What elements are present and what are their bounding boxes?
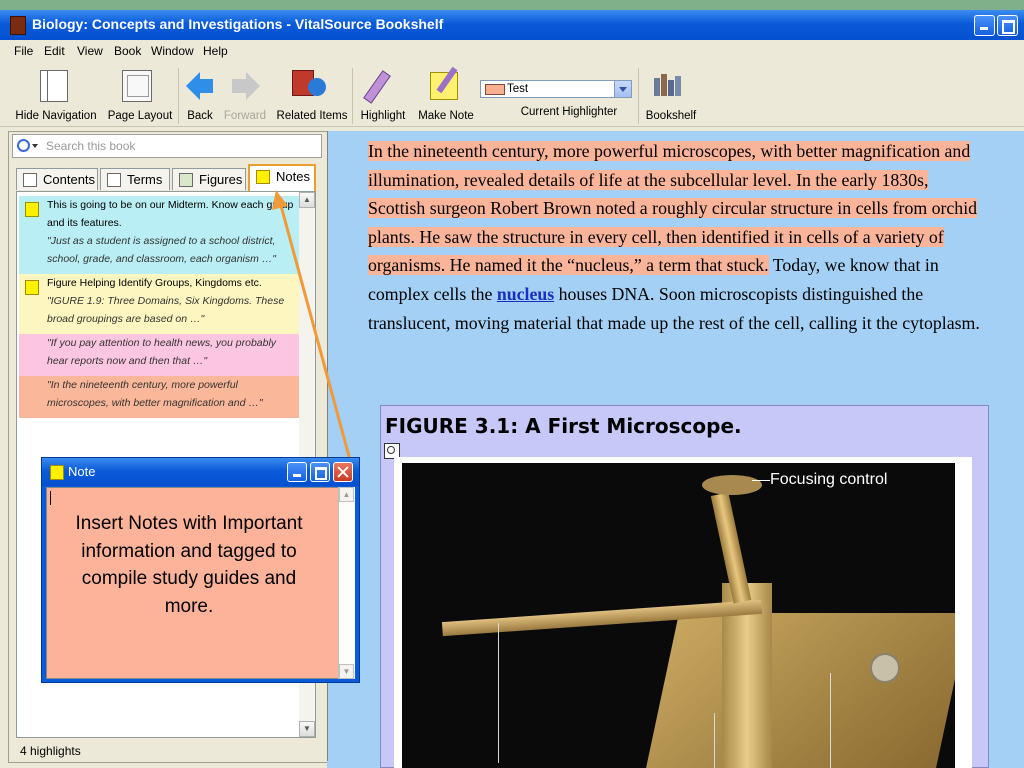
- note-item[interactable]: Figure Helping Identify Groups, Kingdoms…: [19, 274, 299, 334]
- page-layout-label: Page Layout: [107, 110, 173, 122]
- current-highlighter-text: Current Highlighter: [520, 106, 618, 118]
- related-items-label: Related Items: [276, 110, 348, 122]
- note-quote: "In the nineteenth century, more powerfu…: [47, 379, 263, 409]
- note-item[interactable]: "If you pay attention to health news, yo…: [19, 334, 299, 376]
- maximize-button[interactable]: [310, 462, 330, 482]
- note-quote: "If you pay attention to health news, yo…: [47, 337, 277, 367]
- tab-notes[interactable]: Notes: [248, 164, 316, 191]
- tab-figures-label: Figures: [199, 172, 243, 187]
- highlighter-pen-icon: [363, 70, 391, 104]
- search-input[interactable]: Search this book: [12, 134, 322, 158]
- figures-icon: [179, 173, 193, 187]
- nucleus-link[interactable]: nucleus: [497, 284, 554, 304]
- note-quote: "Just as a student is assigned to a scho…: [47, 235, 277, 265]
- bookshelf-label: Bookshelf: [645, 110, 697, 122]
- focusing-control-label: Focusing control: [770, 471, 888, 488]
- back-label: Back: [187, 110, 213, 122]
- note-item[interactable]: This is going to be on our Midterm. Know…: [19, 196, 299, 274]
- tab-contents[interactable]: Contents: [16, 168, 98, 190]
- forward-label: Forward: [223, 110, 267, 122]
- menu-help[interactable]: Help: [203, 44, 228, 58]
- minimize-button[interactable]: [287, 462, 307, 482]
- menu-window[interactable]: Window: [151, 44, 194, 58]
- back-arrow-icon: [186, 72, 200, 100]
- highlight-count: 4 highlights: [20, 744, 81, 758]
- sticky-note-icon: [25, 202, 39, 217]
- book-app-icon: [10, 16, 26, 35]
- desktop-strip: [0, 0, 1024, 10]
- figure-title: FIGURE 3.1: A First Microscope.: [385, 414, 742, 438]
- close-button[interactable]: [333, 462, 353, 482]
- title-bar: Biology: Concepts and Investigations - V…: [0, 10, 1024, 40]
- app-window: Biology: Concepts and Investigations - V…: [0, 0, 1024, 768]
- note-title: This is going to be on our Midterm. Know…: [47, 199, 294, 229]
- scroll-down-icon[interactable]: ▼: [339, 664, 354, 679]
- current-highlighter-select[interactable]: Test: [480, 80, 632, 98]
- tab-figures[interactable]: Figures: [172, 168, 246, 190]
- note-title: Figure Helping Identify Groups, Kingdoms…: [47, 277, 262, 289]
- minimize-button[interactable]: [974, 15, 995, 36]
- window-title: Biology: Concepts and Investigations - V…: [32, 16, 444, 32]
- highlighter-select-value: Test: [507, 83, 529, 95]
- microscope-photo[interactable]: [402, 463, 955, 768]
- page-layout-icon: [122, 70, 152, 102]
- hide-navigation-icon: [40, 70, 68, 102]
- note-window-title: Note: [68, 464, 96, 479]
- note-quote: "IGURE 1.9: Three Domains, Six Kingdoms.…: [47, 295, 285, 325]
- contents-icon: [23, 173, 37, 187]
- menu-bar: File Edit View Book Window Help: [0, 40, 1024, 62]
- make-note-label: Make Note: [418, 110, 474, 122]
- highlight-label: Highlight: [360, 110, 406, 122]
- tab-contents-label: Contents: [43, 172, 96, 187]
- menu-edit[interactable]: Edit: [44, 44, 65, 58]
- note-body-text: Insert Notes with Important information …: [75, 513, 303, 617]
- search-icon: [17, 139, 30, 152]
- note-item[interactable]: "In the nineteenth century, more powerfu…: [19, 376, 299, 418]
- tab-terms-label: Terms: [127, 172, 163, 187]
- note-title-bar[interactable]: Note: [42, 458, 359, 486]
- text-caret: [50, 491, 51, 505]
- status-bar: 4 highlights: [8, 740, 326, 762]
- note-scrollbar[interactable]: ▲ ▼: [338, 487, 355, 679]
- bookshelf-icon: [654, 74, 682, 96]
- maximize-button[interactable]: [997, 15, 1018, 36]
- notes-icon: [256, 170, 270, 184]
- highlighter-color-swatch: [485, 84, 505, 95]
- callout-arrow: [272, 190, 352, 461]
- menu-file[interactable]: File: [14, 44, 33, 58]
- terms-icon: [107, 173, 121, 187]
- forward-arrow-icon: [246, 72, 260, 100]
- chevron-down-icon[interactable]: [614, 81, 631, 97]
- book-paragraph: In the nineteenth century, more powerful…: [368, 137, 988, 337]
- scroll-up-icon[interactable]: ▲: [339, 487, 354, 502]
- hide-navigation-label: Hide Navigation: [15, 110, 97, 122]
- tab-terms[interactable]: Terms: [100, 168, 170, 190]
- scroll-down-icon[interactable]: ▼: [299, 721, 315, 737]
- menu-view[interactable]: View: [77, 44, 103, 58]
- sticky-note-icon: [50, 465, 64, 480]
- sticky-note-icon: [25, 280, 39, 295]
- tab-notes-label: Notes: [276, 169, 310, 184]
- note-window[interactable]: Note Insert Notes with Important informa…: [41, 457, 360, 683]
- menu-book[interactable]: Book: [114, 44, 141, 58]
- search-placeholder: Search this book: [46, 139, 136, 153]
